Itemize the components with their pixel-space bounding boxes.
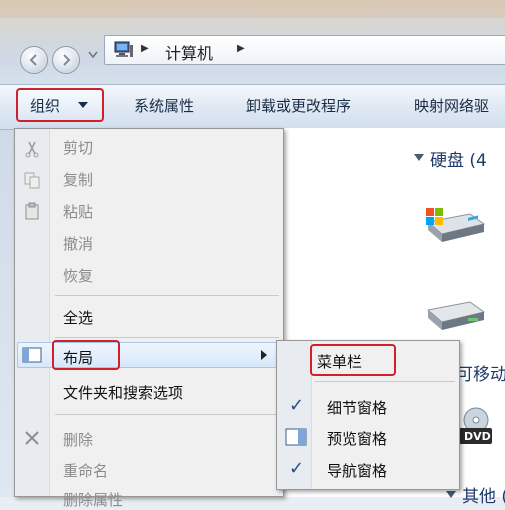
menu-separator (55, 337, 279, 338)
collapse-icon[interactable] (414, 154, 424, 161)
back-button[interactable] (20, 46, 48, 74)
system-drive-icon[interactable] (424, 204, 486, 246)
breadcrumb-computer[interactable]: 计算机 (165, 40, 213, 64)
delete-x-icon (25, 431, 39, 445)
organize-label: 组织 (30, 97, 61, 115)
local-drive-icon[interactable] (426, 296, 486, 334)
uninstall-program-button[interactable]: 卸载或更改程序 (246, 95, 351, 116)
menu-item-undo[interactable]: 撤消 (63, 233, 93, 254)
menu-item-cut[interactable]: 剪切 (63, 137, 93, 158)
organize-menu: 剪切 复制 粘贴 撤消 恢复 全选 布局 文件夹和搜索选项 删除 重命名 删除属… (14, 128, 284, 509)
preview-pane-icon (285, 428, 307, 446)
checkmark-icon: ✓ (289, 395, 305, 416)
dvd-drive-icon[interactable] (454, 406, 494, 450)
annotation-layout-box (52, 340, 120, 370)
scissors-icon (25, 141, 39, 158)
navigation-bar: ▶ 计算机 ▶ (0, 18, 505, 88)
dropdown-arrow-icon (78, 102, 88, 108)
menu-item-copy[interactable]: 复制 (63, 169, 93, 190)
address-bar[interactable]: ▶ 计算机 ▶ (104, 35, 505, 65)
submenu-item-details-pane[interactable]: 细节窗格 (327, 397, 387, 418)
menu-separator (55, 414, 279, 415)
copy-icon (24, 172, 40, 189)
submenu-item-navigation-pane[interactable]: 导航窗格 (327, 460, 387, 481)
map-network-drive-button[interactable]: 映射网络驱 (414, 95, 489, 116)
checkmark-icon: ✓ (289, 458, 305, 479)
computer-icon (114, 41, 133, 57)
group-header-removable[interactable]: 可移动 (456, 360, 505, 385)
back-arrow-icon (29, 54, 37, 66)
menu-separator (55, 295, 279, 296)
layout-icon (22, 347, 42, 363)
organize-button[interactable]: 组织 (16, 88, 104, 122)
submenu-separator (315, 381, 455, 382)
submenu-item-preview-pane[interactable]: 预览窗格 (327, 428, 387, 449)
menu-item-folder-options[interactable]: 文件夹和搜索选项 (63, 382, 183, 403)
forward-arrow-icon (63, 54, 71, 66)
menu-item-select-all[interactable]: 全选 (63, 307, 93, 328)
menu-item-paste[interactable]: 粘贴 (63, 201, 93, 222)
paste-icon (25, 202, 39, 220)
recent-pages-chevron-icon[interactable] (88, 51, 98, 59)
breadcrumb-separator-icon[interactable]: ▶ (141, 43, 149, 54)
group-header-hard-disks[interactable]: 硬盘 (4 (430, 146, 487, 171)
menu-item-remove-properties[interactable]: 删除属性 (63, 489, 123, 510)
system-properties-button[interactable]: 系统属性 (134, 95, 194, 116)
submenu-arrow-icon (261, 350, 267, 360)
menu-item-delete[interactable]: 删除 (63, 429, 93, 450)
menu-item-redo[interactable]: 恢复 (63, 265, 93, 286)
forward-button[interactable] (52, 46, 80, 74)
annotation-menubar-box (310, 344, 396, 376)
dvd-label: DVD (464, 430, 491, 443)
breadcrumb-dropdown-icon[interactable]: ▶ (237, 43, 245, 54)
group-header-other[interactable]: 其他 (4 (462, 482, 505, 507)
menu-item-rename[interactable]: 重命名 (63, 460, 108, 481)
